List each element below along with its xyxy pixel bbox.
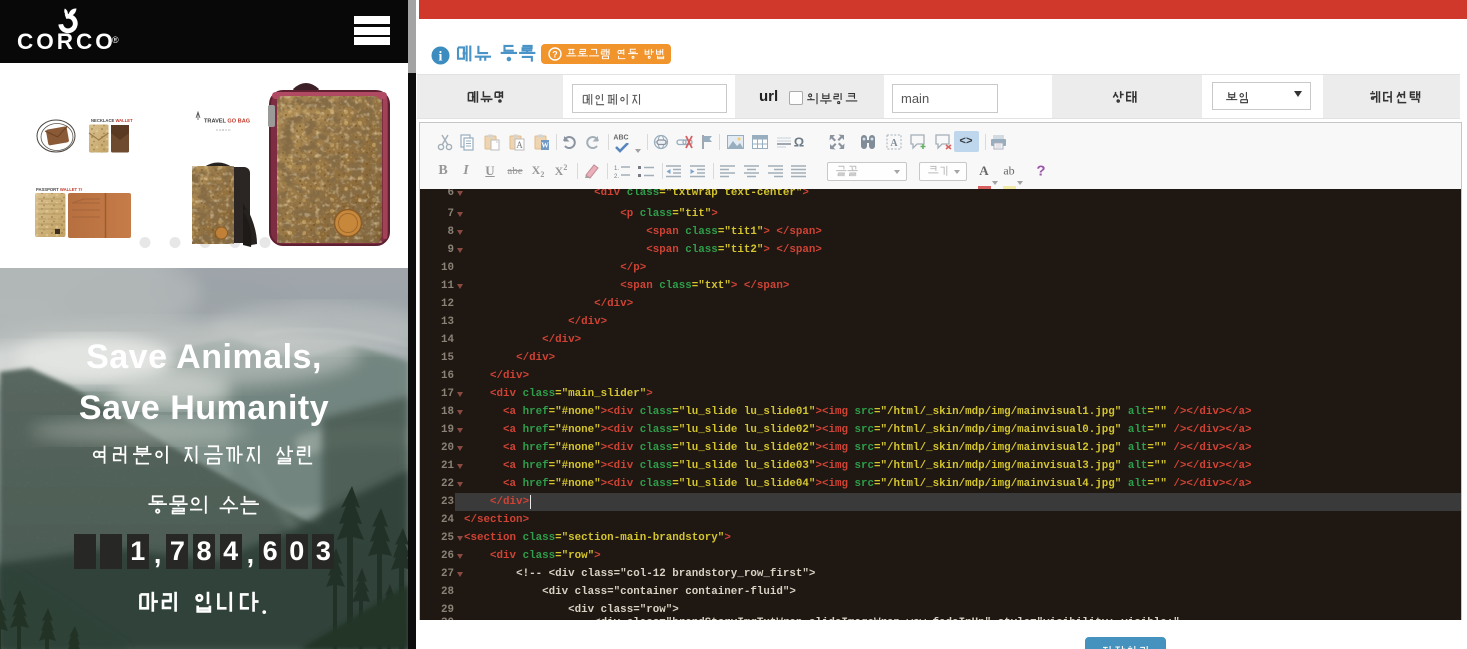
svg-text:?: ? <box>552 50 558 60</box>
svg-text:C O R C O: C O R C O <box>216 128 231 132</box>
svg-text:PASSPORT WALLET 7r: PASSPORT WALLET 7r <box>36 187 83 192</box>
svg-text:A: A <box>890 138 898 149</box>
svg-text:1.: 1. <box>614 166 619 172</box>
svg-text:A: A <box>516 140 523 150</box>
svg-text:i: i <box>439 50 443 65</box>
svg-text:®: ® <box>112 35 119 45</box>
svg-text:W: W <box>541 140 549 149</box>
svg-text:NECKLACE WALLET: NECKLACE WALLET <box>91 118 133 123</box>
svg-text:2.: 2. <box>614 174 619 179</box>
svg-text:CORCO: CORCO <box>17 29 116 52</box>
svg-text:TRAVEL GO BAG: TRAVEL GO BAG <box>204 119 250 125</box>
